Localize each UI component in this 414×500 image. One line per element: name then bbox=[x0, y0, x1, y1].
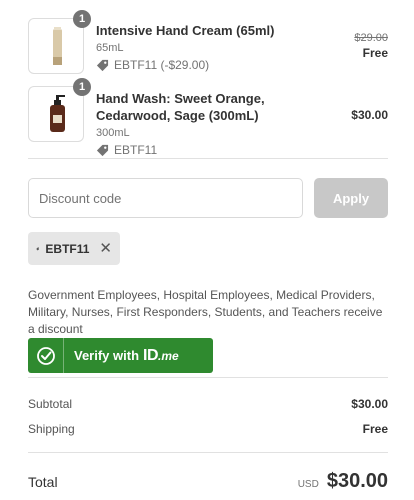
tag-icon bbox=[96, 59, 109, 71]
product-name: Intensive Hand Cream (65ml) bbox=[96, 23, 275, 38]
quantity-badge: 1 bbox=[73, 78, 91, 96]
tag-icon bbox=[96, 144, 109, 156]
subtotal-row: Subtotal $30.00 bbox=[28, 397, 388, 411]
tag-icon bbox=[36, 247, 40, 250]
line-item: 1 Intensive Hand Cream (65ml) 65mL EBTF1… bbox=[28, 10, 388, 76]
idme-logo: ID.me bbox=[143, 346, 179, 364]
total-label: Total bbox=[28, 473, 58, 490]
total-row: Total USD $30.00 bbox=[28, 470, 388, 493]
remove-discount-icon[interactable]: ✕ bbox=[99, 241, 112, 256]
shipping-row: Shipping Free bbox=[28, 422, 388, 436]
item-price: $30.00 bbox=[351, 108, 388, 122]
total-value: $30.00 bbox=[326, 470, 388, 492]
product-thumbnail bbox=[28, 86, 84, 142]
product-variant: 65mL bbox=[96, 42, 124, 54]
item-discount: EBTF11 (-$29.00) bbox=[96, 58, 326, 72]
product-variant: 300mL bbox=[96, 127, 130, 139]
quantity-badge: 1 bbox=[73, 10, 91, 28]
subtotal-label: Subtotal bbox=[28, 397, 73, 411]
item-discount-label: EBTF11 bbox=[114, 143, 158, 157]
subtotal-value: $30.00 bbox=[351, 397, 388, 411]
verify-with-idme-button[interactable]: Verify with ID.me bbox=[28, 338, 213, 373]
item-price: Free bbox=[362, 46, 388, 60]
item-discount: EBTF11 bbox=[96, 143, 326, 157]
applied-discount-code: EBTF11 bbox=[45, 241, 90, 256]
divider bbox=[28, 377, 388, 378]
divider bbox=[28, 452, 388, 453]
apply-button[interactable]: Apply bbox=[314, 178, 388, 218]
idme-description: Government Employees, Hospital Employees… bbox=[28, 288, 383, 336]
check-circle-icon bbox=[28, 338, 64, 373]
shipping-value: Free bbox=[362, 422, 388, 436]
line-item: 1 Hand Wash: Sweet Orange, Cedarwood, Sa… bbox=[28, 78, 388, 157]
hand-wash-bottle-image bbox=[50, 95, 65, 132]
currency-code: USD bbox=[297, 479, 319, 490]
shipping-label: Shipping bbox=[28, 422, 75, 436]
divider bbox=[28, 158, 388, 159]
item-discount-label: EBTF11 (-$29.00) bbox=[114, 58, 210, 72]
discount-code-input[interactable] bbox=[28, 178, 303, 218]
verify-label: Verify with bbox=[74, 347, 140, 363]
original-price: $29.00 bbox=[354, 32, 388, 44]
applied-discount-chip: EBTF11 ✕ bbox=[28, 232, 120, 265]
product-name: Hand Wash: Sweet Orange, Cedarwood, Sage… bbox=[96, 91, 265, 123]
product-thumbnail bbox=[28, 18, 84, 74]
hand-cream-tube-image bbox=[53, 27, 62, 65]
